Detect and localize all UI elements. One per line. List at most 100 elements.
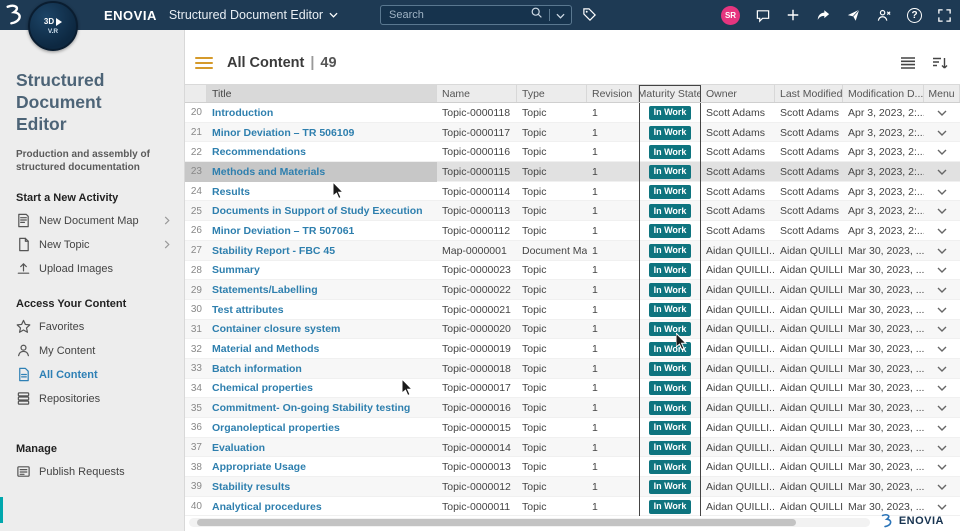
column-header-type[interactable]: Type (517, 85, 587, 102)
column-header-last-modified-by[interactable]: Last Modified By (775, 85, 843, 102)
table-row[interactable]: 24 Results Topic-0000114 Topic 1 In Work Scott… (185, 181, 960, 202)
search-icon[interactable] (530, 6, 543, 24)
chevron-down-icon[interactable] (937, 149, 947, 156)
scrollbar-thumb[interactable] (197, 519, 797, 526)
table-row[interactable]: 37 Evaluation Topic-0000014 Topic 1 In Work Ai… (185, 437, 960, 458)
row-title-link[interactable]: Summary (212, 264, 260, 276)
row-title-link[interactable]: Recommendations (212, 146, 306, 158)
column-header-maturity-state[interactable]: Maturity State (639, 85, 701, 102)
table-row[interactable]: 20 Introduction Topic-0000118 Topic 1 In Work… (185, 103, 960, 123)
row-title-link[interactable]: Material and Methods (212, 343, 319, 355)
chevron-down-icon[interactable] (937, 484, 947, 490)
row-title-link[interactable]: Container closure system (212, 323, 340, 335)
chevron-down-icon[interactable] (937, 307, 947, 313)
table-row[interactable]: 29 Statements/Labelling Topic-0000022 Topic… (185, 280, 960, 300)
help-icon[interactable]: ? (907, 7, 922, 23)
table-row[interactable]: 26 Minor Deviation – TR 507061 Topic-00001… (185, 221, 960, 241)
column-header-menu[interactable]: Menu (924, 85, 960, 102)
sidebar-item-new-topic[interactable]: New Topic (16, 233, 174, 257)
chevron-down-icon[interactable] (937, 130, 947, 136)
row-title-link[interactable]: Stability results (212, 481, 290, 493)
collaboration-icon[interactable] (876, 8, 892, 23)
3dexperience-compass-icon[interactable]: 3D V.R (28, 1, 78, 51)
column-header-name[interactable]: Name (437, 85, 517, 102)
chevron-down-icon[interactable] (937, 169, 947, 175)
sidebar-item-upload-images[interactable]: Upload Images (16, 257, 174, 281)
row-title-link[interactable]: Commitment- On-going Stability testing (212, 402, 410, 414)
send-share-icon[interactable] (846, 8, 861, 22)
app-title[interactable]: Structured Document Editor (169, 8, 323, 22)
table-row[interactable]: 36 Organoleptical properties Topic-0000015… (185, 418, 960, 438)
chevron-down-icon[interactable] (937, 208, 947, 215)
row-title-link[interactable]: Minor Deviation – TR 506109 (212, 127, 354, 139)
search-options-chevron-icon[interactable] (556, 6, 565, 24)
row-title-link[interactable]: Chemical properties (212, 382, 313, 394)
chevron-down-icon[interactable] (937, 405, 947, 412)
table-row[interactable]: 32 Material and Methods Topic-0000019 Topic… (185, 339, 960, 359)
table-row[interactable]: 23 Methods and Materials Topic-0000115 Topi… (185, 162, 960, 182)
menu-hamburger-icon[interactable] (195, 56, 213, 70)
table-row[interactable]: 33 Batch information Topic-0000018 Topic 1 In… (185, 358, 960, 379)
chevron-down-icon[interactable] (937, 248, 947, 254)
table-row[interactable]: 21 Minor Deviation – TR 506109 Topic-00001… (185, 122, 960, 143)
table-row[interactable]: 27 Stability Report - FBC 45 Map-0000001 Do… (185, 240, 960, 261)
user-avatar[interactable]: SR (721, 5, 740, 25)
add-icon[interactable] (786, 8, 800, 22)
chevron-down-icon[interactable] (937, 385, 947, 392)
row-title-link[interactable]: Organoleptical properties (212, 422, 340, 434)
row-title-link[interactable]: Evaluation (212, 442, 265, 454)
table-row[interactable]: 30 Test attributes Topic-0000021 Topic 1 In W… (185, 299, 960, 320)
row-title-link[interactable]: Methods and Materials (212, 166, 325, 178)
scrollbar-horizontal[interactable] (189, 518, 870, 527)
chat-icon[interactable] (755, 8, 771, 23)
column-header-modification-d[interactable]: Modification D... (843, 85, 924, 102)
chevron-down-icon[interactable] (937, 346, 947, 353)
global-search[interactable] (380, 5, 572, 25)
column-header-revision[interactable]: Revision (587, 85, 639, 102)
row-title-link[interactable]: Test attributes (212, 304, 284, 316)
chevron-down-icon[interactable] (937, 326, 947, 333)
chevron-down-icon[interactable] (937, 425, 947, 431)
chevron-down-icon[interactable] (329, 12, 338, 18)
row-title-link[interactable]: Analytical procedures (212, 501, 322, 513)
chevron-down-icon[interactable] (937, 445, 947, 451)
row-title-link[interactable]: Batch information (212, 363, 302, 375)
chevron-down-icon[interactable] (937, 228, 947, 234)
sidebar-item-publish-requests[interactable]: Publish Requests (16, 460, 174, 484)
table-row[interactable]: 31 Container closure system Topic-0000020 T… (185, 319, 960, 340)
sidebar-item-my-content[interactable]: My Content (16, 339, 174, 363)
sidebar-item-new-document-map[interactable]: New Document Map (16, 209, 174, 233)
chevron-down-icon[interactable] (937, 287, 947, 294)
row-title-link[interactable]: Minor Deviation – TR 507061 (212, 225, 354, 237)
column-header-title[interactable]: Title (207, 85, 437, 102)
fullscreen-icon[interactable] (937, 8, 952, 23)
list-view-icon[interactable] (900, 56, 916, 70)
chevron-down-icon[interactable] (937, 189, 947, 195)
chevron-down-icon[interactable] (937, 267, 947, 274)
tag-icon[interactable] (582, 7, 597, 22)
3ds-logo-icon[interactable] (0, 1, 30, 29)
row-title-link[interactable]: Introduction (212, 107, 273, 119)
row-title-link[interactable]: Results (212, 186, 250, 198)
table-row[interactable]: 34 Chemical properties Topic-0000017 Topic 1… (185, 378, 960, 399)
table-row[interactable]: 35 Commitment- On-going Stability testing… (185, 398, 960, 418)
sort-icon[interactable] (932, 56, 948, 70)
row-title-link[interactable]: Statements/Labelling (212, 284, 318, 296)
table-row[interactable]: 28 Summary Topic-0000023 Topic 1 In Work Aidan… (185, 260, 960, 281)
table-row[interactable]: 38 Appropriate Usage Topic-0000013 Topic 1 In… (185, 457, 960, 478)
sidebar-item-repositories[interactable]: Repositories (16, 387, 174, 411)
sidebar-item-favorites[interactable]: Favorites (16, 315, 174, 339)
table-row[interactable]: 39 Stability results Topic-0000012 Topic 1 In… (185, 477, 960, 497)
chevron-down-icon[interactable] (937, 464, 947, 471)
row-title-link[interactable]: Appropriate Usage (212, 461, 306, 473)
chevron-down-icon[interactable] (937, 366, 947, 372)
table-row[interactable]: 22 Recommendations Topic-0000116 Topic 1 In W… (185, 142, 960, 163)
share-forward-icon[interactable] (815, 8, 831, 22)
sidebar-item-all-content[interactable]: All Content (16, 363, 174, 387)
row-title-link[interactable]: Stability Report - FBC 45 (212, 245, 335, 257)
chevron-down-icon[interactable] (937, 110, 947, 116)
row-title-link[interactable]: Documents in Support of Study Execution (212, 205, 423, 217)
chevron-down-icon[interactable] (937, 504, 947, 510)
table-row[interactable]: 25 Documents in Support of Study Executio… (185, 201, 960, 222)
table-row[interactable]: 40 Analytical procedures Topic-0000011 Topi… (185, 496, 960, 517)
